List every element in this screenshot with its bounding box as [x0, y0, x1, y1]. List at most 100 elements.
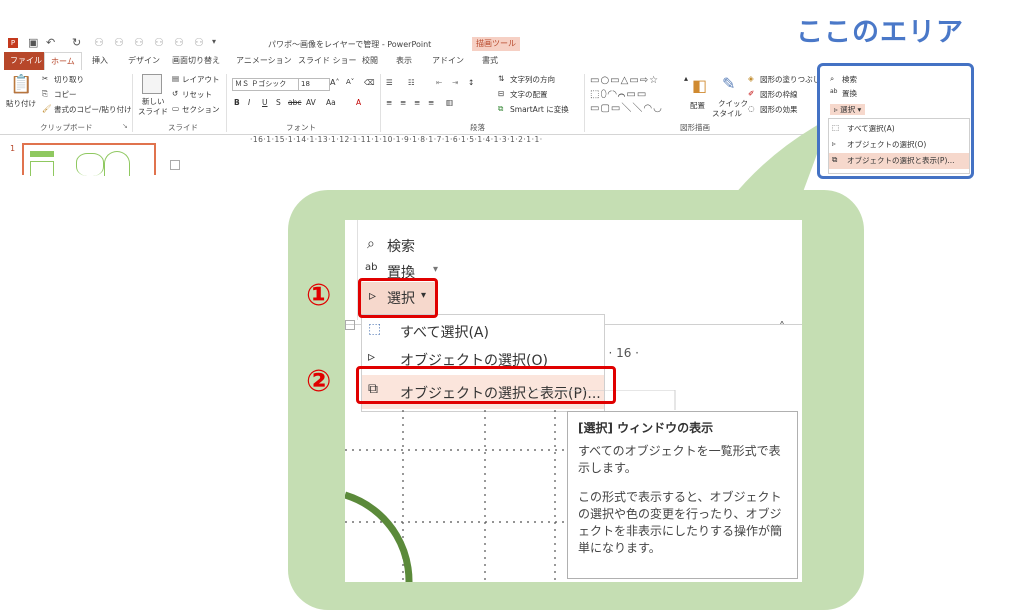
shape-outline-button[interactable]: 図形の枠線 [760, 89, 798, 100]
arrange-button[interactable]: 配置 [690, 100, 705, 111]
group-label-drawing: 図形描画 [680, 123, 710, 132]
tab-file[interactable]: ファイル [4, 52, 48, 70]
quick-access-icon[interactable]: ⚇ [194, 36, 204, 49]
shape-fill-button[interactable]: 図形の塗りつぶし [760, 74, 820, 85]
tab-view[interactable]: 表示 [390, 52, 418, 70]
tab-home[interactable]: ホーム [44, 52, 82, 72]
quick-access-icon[interactable]: ⚇ [154, 36, 164, 49]
tab-design[interactable]: デザイン [122, 52, 166, 70]
decrease-indent-icon[interactable]: ⇤ [436, 78, 442, 87]
align-center-icon[interactable]: ≡ [400, 98, 406, 107]
tab-format[interactable]: 書式 [476, 52, 504, 70]
font-name-select[interactable]: ＭＳ Ｐゴシック [232, 78, 300, 91]
undo-icon[interactable]: ↶ [46, 36, 55, 49]
quick-style-icon: ✎ [722, 74, 736, 93]
tab-insert[interactable]: 挿入 [86, 52, 114, 70]
spacing-icon[interactable]: AV [306, 98, 316, 107]
increase-indent-icon[interactable]: ⇥ [452, 78, 458, 87]
slide-thumbnail[interactable] [22, 143, 156, 176]
thumb-scroll-icon [170, 160, 180, 170]
font-color-icon[interactable]: A [356, 98, 361, 107]
smartart-button[interactable]: SmartArt に変換 [510, 104, 569, 115]
reset-button[interactable]: リセット [182, 89, 212, 100]
select-all-icon: ⬚ [368, 321, 382, 337]
columns-icon[interactable]: ▥ [446, 98, 453, 107]
find-button[interactable]: 検索 [387, 236, 415, 256]
shapes-gallery[interactable]: ▭○▭△▭⇨☆ ⬚⬯◜◝⌒▭▭ ▭▢▭＼＼◠◡ [590, 74, 682, 118]
copy-button[interactable]: コピー [54, 89, 77, 100]
quick-access-icon[interactable]: ⚇ [114, 36, 124, 49]
layout-button[interactable]: レイアウト [182, 74, 220, 85]
tab-animations[interactable]: アニメーション [230, 52, 298, 70]
tab-slideshow[interactable]: スライド ショー [292, 52, 363, 70]
powerpoint-logo-icon: P [8, 38, 18, 48]
area-title: ここのエリア [796, 17, 964, 48]
change-case-icon[interactable]: Aa [326, 98, 336, 107]
highlight-select-button [358, 278, 438, 318]
highlight-selection-pane [356, 366, 616, 404]
new-slide-label-2[interactable]: スライド [138, 106, 168, 117]
shadow-icon[interactable]: S [276, 98, 281, 107]
select-all-icon: ⬚ [832, 123, 840, 132]
ribbon-tabs: ファイル ホーム 挿入 デザイン 画面切り替え アニメーション スライド ショー… [0, 52, 820, 72]
customize-toolbar-icon[interactable]: ▾ [212, 37, 216, 46]
align-text-button[interactable]: 文字の配置 [510, 89, 548, 100]
clear-format-icon[interactable]: ⌫ [364, 78, 375, 87]
layout-icon: ▤ [172, 74, 180, 83]
shrink-font-icon[interactable]: A˅ [346, 78, 354, 86]
find-button[interactable]: 検索 [842, 74, 857, 85]
ribbon: 📋 貼り付け ✂ 切り取り ⎘ コピー 🖌 書式のコピー/貼り付け クリップボー… [0, 70, 820, 135]
selection-pane-item[interactable]: オブジェクトの選択と表示(P)... [847, 155, 955, 166]
italic-icon[interactable]: I [248, 98, 250, 107]
select-objects-icon: ▹ [832, 139, 836, 148]
underline-icon[interactable]: U [262, 98, 268, 107]
strikethrough-icon[interactable]: abc [288, 98, 301, 107]
section-button[interactable]: セクション [182, 104, 220, 115]
bullets-icon[interactable]: ☰ [386, 78, 393, 87]
save-icon[interactable]: ▣ [28, 36, 38, 49]
justify-icon[interactable]: ≡ [428, 98, 434, 107]
cut-button[interactable]: 切り取り [54, 74, 84, 85]
tab-transitions[interactable]: 画面切り替え [166, 52, 226, 70]
shape-effects-icon: ◌ [748, 104, 755, 113]
arrange-icon: ◧ [692, 76, 708, 95]
bold-icon[interactable]: B [234, 98, 240, 107]
thumb-shape [30, 161, 54, 176]
tooltip: [選択] ウィンドウの表示 すべてのオブジェクトを一覧形式で表示します。 この形… [567, 411, 798, 579]
shape-effects-button[interactable]: 図形の効果 [760, 104, 798, 115]
numbering-icon[interactable]: ☷ [408, 78, 415, 87]
quick-style-label-2[interactable]: スタイル [712, 108, 742, 119]
format-painter-icon: 🖌 [42, 104, 52, 113]
dialog-launcher-icon[interactable]: ↘ [122, 122, 128, 130]
group-label-paragraph: 段落 [470, 123, 485, 132]
replace-dropdown-icon[interactable]: ▾ [433, 264, 438, 275]
select-objects-item[interactable]: オブジェクトの選択(O) [847, 139, 926, 150]
format-painter-button[interactable]: 書式のコピー/貼り付け [54, 104, 132, 115]
dialog-launcher-icon[interactable] [345, 320, 355, 330]
align-left-icon[interactable]: ≡ [386, 98, 392, 107]
text-direction-button[interactable]: 文字列の方向 [510, 74, 555, 85]
collapse-ribbon-icon[interactable]: ˄ [779, 320, 785, 334]
select-all-item[interactable]: すべて選択(A) [400, 322, 489, 342]
font-size-select[interactable]: 18 [298, 78, 330, 91]
quick-access-icon[interactable]: ⚇ [134, 36, 144, 49]
section-icon: ▭ [172, 104, 180, 113]
reset-icon: ↺ [172, 89, 179, 98]
replace-button[interactable]: 置換 [842, 88, 857, 99]
tab-addins[interactable]: アドイン [426, 52, 470, 70]
redo-icon[interactable]: ↻ [72, 36, 81, 49]
paste-button[interactable]: 貼り付け [6, 98, 36, 109]
slide-number: 1 [10, 144, 16, 153]
select-all-item[interactable]: すべて選択(A) [847, 123, 895, 134]
quick-access-icon[interactable]: ⚇ [94, 36, 104, 49]
align-right-icon[interactable]: ≡ [414, 98, 420, 107]
grow-font-icon[interactable]: A˄ [330, 78, 339, 87]
quick-access-icon[interactable]: ⚇ [174, 36, 184, 49]
new-slide-icon [142, 74, 162, 94]
select-button[interactable]: ▹ 選択 ▾ [830, 104, 866, 115]
smartart-icon: ⧉ [498, 104, 504, 113]
select-label: 選択 [840, 105, 856, 114]
gallery-scroll-icon[interactable]: ▴ [684, 74, 688, 83]
line-spacing-icon[interactable]: ↕ [468, 78, 474, 87]
tab-review[interactable]: 校閲 [356, 52, 384, 70]
